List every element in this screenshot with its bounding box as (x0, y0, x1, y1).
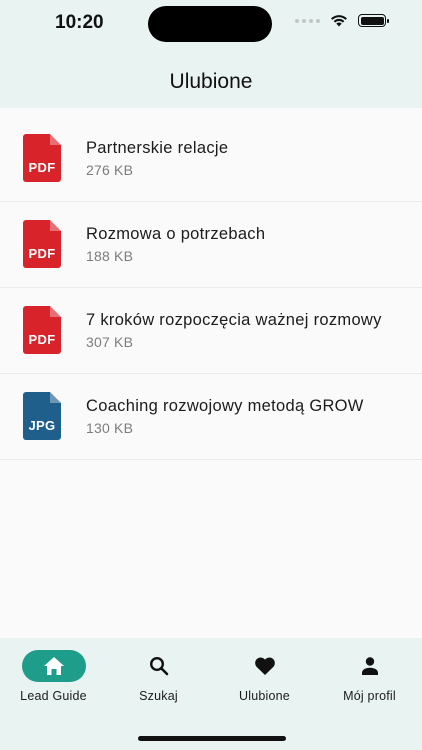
file-type-label: PDF (28, 332, 56, 347)
search-icon (149, 656, 168, 676)
file-name: Coaching rozwojowy metodą GROW (86, 397, 364, 415)
tab-lead-guide[interactable]: Lead Guide (1, 650, 106, 710)
file-name: 7 kroków rozpoczęcia ważnej rozmowy (86, 311, 382, 329)
pdf-file-icon: PDF (23, 306, 61, 354)
tab-label: Lead Guide (20, 689, 87, 703)
home-icon (43, 657, 64, 675)
tab-label: Ulubione (239, 689, 290, 703)
status-bar: 10:20 (0, 0, 422, 56)
dynamic-island (148, 6, 272, 42)
person-icon (361, 657, 378, 675)
file-size: 276 KB (86, 162, 134, 178)
favorites-list: PDF Partnerskie relacje 276 KB PDF Rozmo… (0, 116, 422, 460)
jpg-file-icon: JPG (23, 392, 61, 440)
tab-label: Mój profil (343, 689, 396, 703)
status-icons (295, 14, 389, 27)
list-item[interactable]: PDF 7 kroków rozpoczęcia ważnej rozmowy … (0, 288, 422, 374)
list-item[interactable]: PDF Partnerskie relacje 276 KB (0, 116, 422, 202)
list-item[interactable]: PDF Rozmowa o potrzebach 188 KB (0, 202, 422, 288)
file-size: 130 KB (86, 420, 134, 436)
pdf-file-icon: PDF (23, 220, 61, 268)
page-title: Ulubione (169, 70, 253, 93)
file-type-label: PDF (28, 246, 56, 261)
tab-label: Szukaj (139, 689, 178, 703)
cellular-signal-icon (295, 18, 320, 23)
tab-favorites[interactable]: Ulubione (212, 650, 317, 710)
tab-search[interactable]: Szukaj (106, 650, 211, 710)
list-item[interactable]: JPG Coaching rozwojowy metodą GROW 130 K… (0, 374, 422, 460)
page-header: Ulubione (0, 56, 422, 108)
file-name: Rozmowa o potrzebach (86, 225, 266, 243)
tab-bar: Lead Guide Szukaj Ulubione Mój profil (0, 638, 422, 750)
home-indicator (138, 736, 286, 741)
file-type-label: JPG (28, 418, 56, 433)
file-size: 188 KB (86, 248, 134, 264)
wifi-icon (331, 15, 347, 27)
tab-my-profile[interactable]: Mój profil (317, 650, 422, 710)
pdf-file-icon: PDF (23, 134, 61, 182)
battery-icon (358, 14, 389, 27)
file-type-label: PDF (28, 160, 56, 175)
file-size: 307 KB (86, 334, 134, 350)
file-name: Partnerskie relacje (86, 139, 229, 157)
status-time: 10:20 (55, 12, 104, 33)
heart-icon (254, 657, 275, 675)
